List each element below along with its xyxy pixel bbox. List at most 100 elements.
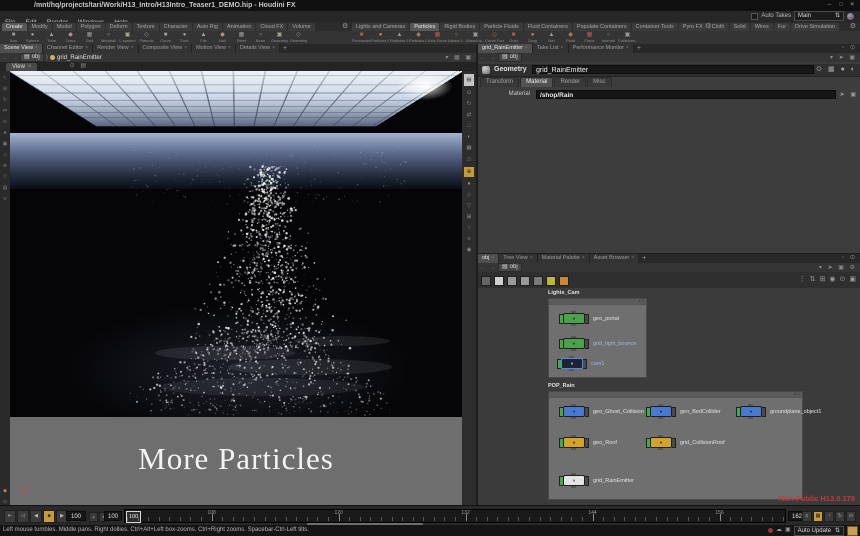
breadcrumb-root[interactable]: ▤obj <box>498 263 522 272</box>
shelf-tool-firecracke-[interactable]: ■Firecracke... <box>352 31 371 45</box>
gear-icon[interactable]: ⚙ <box>340 22 350 31</box>
viewport-control-icon-13[interactable]: ○ <box>464 225 474 232</box>
current-frame-marker[interactable]: 100 <box>126 511 141 523</box>
shelf-tool-particles-f-[interactable]: ▲Particles f... <box>390 31 409 45</box>
window-buttons[interactable]: ─ □ × <box>827 0 857 11</box>
gear-icon[interactable]: ⚙ <box>703 22 713 31</box>
close-icon[interactable]: × <box>184 44 187 53</box>
node-grid_RainEmitter[interactable]: ●grid_RainEmitter <box>559 475 634 486</box>
shelf-tool-sphere[interactable]: ●Sphere <box>23 31 42 45</box>
rail-icon-3[interactable]: ⇄ <box>3 108 7 114</box>
viewport-control-icon-2[interactable]: ↻ <box>464 101 474 108</box>
close-icon[interactable]: × <box>631 254 634 263</box>
shelf-tab-populate-containers[interactable]: Populate Containers <box>573 23 631 31</box>
material-path-field[interactable]: /shop/Rain <box>536 90 836 99</box>
viewport-control-icon-1[interactable]: ⊙ <box>464 90 474 97</box>
viewport-control-icon-15[interactable]: ◉ <box>464 247 474 254</box>
playbar-option-0[interactable]: ≡ <box>802 511 812 522</box>
rail-icon-snap[interactable]: ◆ <box>3 488 7 494</box>
forward-arrow-icon[interactable]: → <box>488 55 498 61</box>
rail-icon-7[interactable]: ◇ <box>3 152 7 158</box>
timeline-ruler[interactable]: 100 108120132144156 <box>124 509 786 523</box>
update-mode-selector[interactable]: Auto Update⇅ <box>794 526 844 536</box>
close-icon[interactable]: × <box>35 44 38 53</box>
close-icon[interactable]: × <box>272 44 275 53</box>
shelf-tool-attract-to-[interactable]: ▣Attract to... <box>466 31 485 45</box>
pane-tab-material-palette[interactable]: Material Palette× <box>538 254 590 263</box>
shelf-tab-drive-simulation[interactable]: Drive Simulation <box>791 23 839 31</box>
close-icon[interactable]: × <box>131 44 134 53</box>
rail-icon-10[interactable]: ▤ <box>3 185 8 191</box>
shelf-tab-fluid-containers[interactable]: Fluid Containers <box>524 23 572 31</box>
gear-icon[interactable]: ⚙ <box>848 22 858 31</box>
node-geo_portal[interactable]: ●geo_portal <box>559 313 619 324</box>
viewport-control-icon-3[interactable]: ⇄ <box>464 112 474 119</box>
node-flag[interactable] <box>762 407 766 417</box>
pane-tab-performance-monitor[interactable]: Performance Monitor× <box>569 44 634 53</box>
add-tab-icon[interactable]: + <box>280 45 290 52</box>
shelf-tab-wires[interactable]: Wires <box>751 23 773 31</box>
node-name-field[interactable]: grid_RainEmitter <box>532 65 814 74</box>
viewport-control-icon-7[interactable]: △ <box>464 156 474 163</box>
node-chooser-icon[interactable]: ➤ <box>840 92 847 98</box>
take-selector[interactable]: Main⇅ <box>794 11 844 21</box>
net-badge-icon-3[interactable] <box>520 276 530 286</box>
shelf-tab-polygon[interactable]: Polygon <box>77 23 105 31</box>
node-geo_Ghost_Collision[interactable]: ●geo_Ghost_Collision <box>559 406 644 417</box>
view-state-tab[interactable]: View× <box>6 63 37 71</box>
close-icon[interactable]: × <box>561 44 564 53</box>
node-geo_Roof[interactable]: ●geo_Roof <box>559 437 617 448</box>
add-tab-icon[interactable]: + <box>639 255 649 262</box>
pane-tab-motion-view[interactable]: Motion View× <box>192 44 236 53</box>
pane-tab-scene-view[interactable]: Scene View× <box>0 44 43 53</box>
shelf-tool-tube[interactable]: ▲Tube <box>42 31 61 45</box>
net-badge-icon-5[interactable] <box>546 276 556 286</box>
param-tab-transform[interactable]: Transform <box>480 77 519 87</box>
shelf-tool-curve-force[interactable]: ◇Curve Force <box>485 31 504 45</box>
pane-window-icons[interactable]: ▫ ⊙ <box>842 44 857 53</box>
playbar-prev-frame-button[interactable]: ◀ <box>30 510 42 523</box>
shelf-tab-fur[interactable]: Fur <box>774 23 790 31</box>
add-tab-icon[interactable]: + <box>634 45 644 52</box>
node-tile[interactable]: ● <box>740 406 762 417</box>
shelf-tab-lights-and-cameras[interactable]: Lights and Cameras <box>352 23 409 31</box>
pane-tab-composite-view[interactable]: Composite View× <box>139 44 193 53</box>
rail-icon-1[interactable]: ⊞ <box>3 86 7 92</box>
param-tab-material[interactable]: Material <box>520 77 553 87</box>
rail-icon-8[interactable]: ⊕ <box>3 163 7 169</box>
shelf-tab-texture[interactable]: Texture <box>133 23 159 31</box>
node-tile[interactable]: ● <box>563 338 585 349</box>
pane-tab-tree-view[interactable]: Tree View× <box>499 254 537 263</box>
shelf-tool-particles-f-[interactable]: ◆Particles f... <box>409 31 428 45</box>
shelf-tab-create[interactable]: Create <box>2 23 27 31</box>
sphere-icon[interactable]: ◐ <box>851 66 857 73</box>
shelf-tool-point[interactable]: ◆Point <box>561 31 580 45</box>
viewport-control-icon-12[interactable]: ⊞ <box>464 214 474 221</box>
node-tile[interactable]: ● <box>650 437 672 448</box>
close-icon[interactable]: × <box>28 63 32 71</box>
shelf-tool-geometry[interactable]: ▣Geometry <box>270 31 289 45</box>
jump-to-node-icon[interactable]: ▣ <box>850 92 858 98</box>
node-flag[interactable] <box>585 314 589 324</box>
network-editor-canvas[interactable]: Lights_Cam▾ ×●geo_portal●grid_light_boun… <box>478 288 860 506</box>
shelf-tool-curve[interactable]: ■Curve <box>156 31 175 45</box>
viewport-bar-icons[interactable]: ⊙ ▤ <box>70 62 88 71</box>
pane-window-icons[interactable]: ▫ ⊙ <box>842 254 857 263</box>
shelf-tab-cloud-fx[interactable]: Cloud FX <box>256 23 287 31</box>
net-badge-icon-0[interactable] <box>481 276 491 286</box>
forward-arrow-icon[interactable]: → <box>10 55 20 61</box>
net-badge-icon-6[interactable] <box>559 276 569 286</box>
pane-tab-details-view[interactable]: Details View× <box>236 44 280 53</box>
shelf-tab-volume[interactable]: Volume <box>288 23 314 31</box>
pane-tab-obj[interactable]: obj× <box>478 254 499 263</box>
node-flag[interactable] <box>585 476 589 486</box>
close-icon[interactable]: × <box>85 44 88 53</box>
forward-arrow-icon[interactable]: → <box>488 265 498 271</box>
shelf-tool-grid[interactable]: ▦Grid <box>80 31 99 45</box>
pane-tab-render-view[interactable]: Render View× <box>93 44 138 53</box>
node-flag[interactable] <box>583 359 587 369</box>
close-icon[interactable]: × <box>491 254 494 263</box>
shelf-tab-solid[interactable]: Solid <box>730 23 750 31</box>
network-box-lights_cam[interactable]: ▾ ×●geo_portal●grid_light_bounce●cam1 <box>548 298 647 378</box>
viewport-control-icon-10[interactable]: ◇ <box>464 192 474 199</box>
